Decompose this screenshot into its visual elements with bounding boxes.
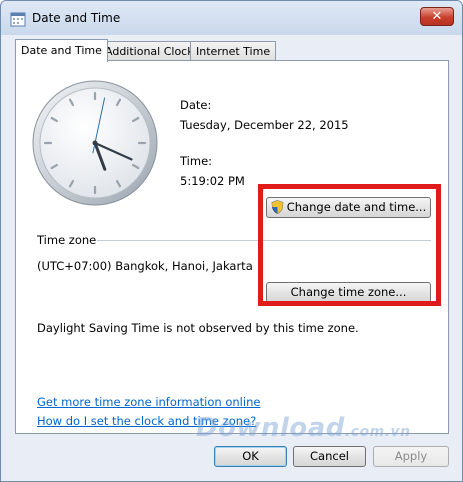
- close-icon: ✕: [431, 9, 443, 24]
- window-title: Date and Time: [32, 11, 121, 25]
- close-button[interactable]: ✕: [420, 7, 454, 26]
- watermark-main: Download: [196, 413, 345, 443]
- highlight-box: [258, 184, 441, 306]
- time-label: Time:: [180, 154, 213, 168]
- tab-date-and-time[interactable]: Date and Time: [15, 39, 108, 62]
- dst-note: Daylight Saving Time is not observed by …: [37, 321, 359, 335]
- ok-button[interactable]: OK: [214, 446, 287, 467]
- date-value: Tuesday, December 22, 2015: [180, 118, 349, 132]
- title-bar[interactable]: Date and Time ✕: [1, 1, 462, 35]
- time-value: 5:19:02 PM: [180, 174, 245, 188]
- cancel-button[interactable]: Cancel: [293, 446, 366, 467]
- time-zone-value: (UTC+07:00) Bangkok, Hanoi, Jakarta: [37, 259, 253, 273]
- analog-clock: [32, 80, 158, 206]
- time-zone-heading: Time zone: [37, 233, 97, 247]
- watermark-suffix: .com.vn: [344, 424, 411, 440]
- more-info-link[interactable]: Get more time zone information online: [37, 395, 260, 409]
- calendar-clock-icon: [10, 12, 26, 27]
- date-time-dialog: Date and Time ✕ Date and Time Additional…: [0, 0, 463, 482]
- apply-button[interactable]: Apply: [373, 446, 449, 467]
- date-label: Date:: [180, 98, 212, 112]
- watermark: Download.com.vn: [196, 413, 411, 443]
- tab-internet-time[interactable]: Internet Time: [190, 41, 277, 61]
